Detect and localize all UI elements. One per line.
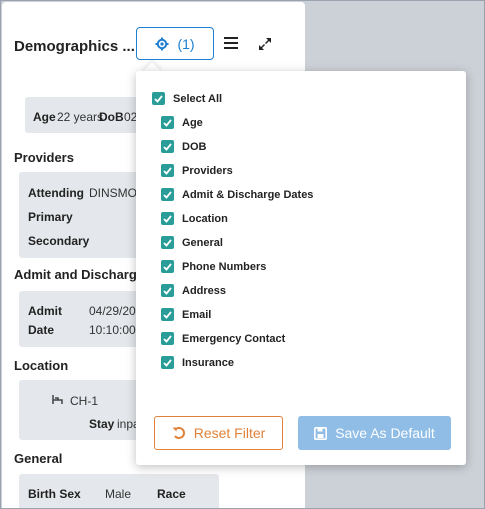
filter-option-label: Email xyxy=(182,308,212,321)
checkbox-checked-icon[interactable] xyxy=(152,92,165,105)
stay-label: Stay xyxy=(89,417,115,431)
filter-option[interactable]: Email xyxy=(161,308,211,321)
admit-time-value: 10:10:00 xyxy=(89,323,136,337)
filter-button[interactable]: (1) xyxy=(136,27,214,60)
checkbox-checked-icon[interactable] xyxy=(161,140,174,153)
age-label: Age xyxy=(33,110,56,124)
secondary-label: Secondary xyxy=(28,234,90,248)
bed-icon xyxy=(52,395,63,404)
filter-option[interactable]: Age xyxy=(161,116,203,129)
attending-label: Attending xyxy=(28,186,84,200)
reset-filter-label: Reset Filter xyxy=(193,425,266,441)
menu-icon[interactable] xyxy=(224,37,238,49)
filter-option[interactable]: Location xyxy=(161,212,228,225)
checkbox-checked-icon[interactable] xyxy=(161,260,174,273)
checkbox-checked-icon[interactable] xyxy=(161,164,174,177)
filter-option[interactable]: Address xyxy=(161,284,226,297)
filter-option[interactable]: Providers xyxy=(161,164,233,177)
filter-option[interactable]: Insurance xyxy=(161,356,234,369)
gear-icon xyxy=(155,37,169,50)
select-all-option[interactable]: Select All xyxy=(152,92,222,105)
filter-option-label: Location xyxy=(182,212,228,225)
undo-icon xyxy=(172,427,185,439)
admit-heading: Admit and Discharge xyxy=(14,267,145,282)
filter-option[interactable]: DOB xyxy=(161,140,206,153)
select-all-label: Select All xyxy=(173,92,223,105)
filter-option-label: Insurance xyxy=(182,356,234,369)
checkbox-checked-icon[interactable] xyxy=(161,212,174,225)
birth-sex-value: Male xyxy=(105,487,132,501)
filter-option-label: Admit & Discharge Dates xyxy=(182,188,314,201)
general-card: Birth Sex Male Race xyxy=(19,474,219,508)
checkbox-checked-icon[interactable] xyxy=(161,188,174,201)
bed-value: CH-1 xyxy=(70,394,99,408)
filter-option-label: Emergency Contact xyxy=(182,332,286,345)
save-as-default-button[interactable]: Save As Default xyxy=(298,416,451,450)
location-heading: Location xyxy=(14,358,69,373)
checkbox-checked-icon[interactable] xyxy=(161,284,174,297)
providers-heading: Providers xyxy=(14,150,74,165)
dob-label: DoB xyxy=(99,110,124,124)
checkbox-checked-icon[interactable] xyxy=(161,116,174,129)
filter-option-label: Age xyxy=(182,116,203,129)
birth-sex-label: Birth Sex xyxy=(28,487,81,501)
admit-date-value: 04/29/202 xyxy=(89,304,143,318)
filter-option-label: Phone Numbers xyxy=(182,260,267,273)
age-value: 22 years xyxy=(57,110,104,124)
primary-label: Primary xyxy=(28,210,73,224)
general-heading: General xyxy=(14,451,63,466)
filter-option[interactable]: Admit & Discharge Dates xyxy=(161,188,313,201)
filter-option-label: DOB xyxy=(182,140,207,153)
panel-title: Demographics ... xyxy=(14,38,135,55)
filter-option[interactable]: Phone Numbers xyxy=(161,260,266,273)
checkbox-checked-icon[interactable] xyxy=(161,308,174,321)
window-frame: Demographics ... (1) Age 22 years DoB 02… xyxy=(0,0,485,509)
save-icon xyxy=(314,426,328,440)
race-label: Race xyxy=(157,487,186,501)
save-as-default-label: Save As Default xyxy=(335,425,435,441)
checkbox-checked-icon[interactable] xyxy=(161,356,174,369)
filter-option[interactable]: General xyxy=(161,236,223,249)
filter-option-label: General xyxy=(182,236,223,249)
filter-option[interactable]: Emergency Contact xyxy=(161,332,285,345)
checkbox-checked-icon[interactable] xyxy=(161,236,174,249)
filter-count: (1) xyxy=(177,35,195,52)
checkbox-checked-icon[interactable] xyxy=(161,332,174,345)
filter-option-label: Address xyxy=(182,284,227,297)
reset-filter-button[interactable]: Reset Filter xyxy=(154,416,283,450)
expand-icon[interactable] xyxy=(257,36,273,52)
date-label: Date xyxy=(28,323,55,337)
admit-label: Admit xyxy=(28,304,62,318)
filter-option-label: Providers xyxy=(182,164,233,177)
filter-dropdown: Select All Age DOB Providers Admit & Discha… xyxy=(136,71,466,465)
